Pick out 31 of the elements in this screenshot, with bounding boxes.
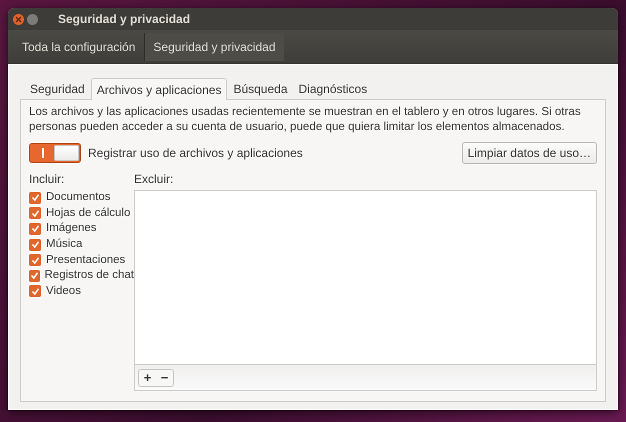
checkbox[interactable] <box>29 207 41 220</box>
breadcrumb-button[interactable]: Toda la configuración <box>14 33 144 61</box>
checkbox-label: Videos <box>46 284 81 299</box>
minimize-icon[interactable] <box>27 14 38 24</box>
clear-data-button[interactable]: Limpiar datos de uso… <box>462 142 597 164</box>
tab[interactable]: Diagnósticos <box>294 79 372 99</box>
checkbox[interactable] <box>29 222 41 235</box>
close-icon[interactable] <box>13 14 24 24</box>
add-button[interactable]: + <box>139 370 156 386</box>
remove-button[interactable]: − <box>156 370 173 386</box>
checkbox-label: Registros de chat <box>44 268 134 284</box>
checkbox[interactable] <box>29 270 40 282</box>
checkbox[interactable] <box>29 238 41 251</box>
window-title: Seguridad y privacidad <box>58 11 190 28</box>
include-label: Incluir: <box>29 171 66 188</box>
checkbox-label: Imágenes <box>46 221 97 236</box>
checkbox[interactable] <box>29 254 41 266</box>
toggle-switch[interactable] <box>29 143 81 163</box>
description-text: Los archivos y las aplicaciones usadas recientemente se muestran en el tablero y en otros lugares. Si otras personas pueden acceder a su cuenta de usuario, puede que quiera limitar los elementos almacenados. <box>29 104 582 134</box>
tab[interactable]: Búsqueda <box>228 79 292 99</box>
breadcrumb-button[interactable]: Seguridad y privacidad <box>144 33 284 61</box>
checkbox[interactable] <box>29 285 41 298</box>
checkbox-label: Música <box>46 236 82 252</box>
tab[interactable]: Seguridad <box>25 79 90 99</box>
checkbox[interactable] <box>29 192 41 204</box>
exclude-label: Excluir: <box>134 171 174 188</box>
checkbox-label: Presentaciones <box>46 252 126 268</box>
switch-label: Registrar uso de archivos y aplicaciones <box>88 145 303 162</box>
checkbox-label: Hojas de cálculo <box>46 206 130 221</box>
tab[interactable]: Archivos y aplicaciones <box>90 78 228 100</box>
checkbox-label: Documentos <box>46 190 111 206</box>
